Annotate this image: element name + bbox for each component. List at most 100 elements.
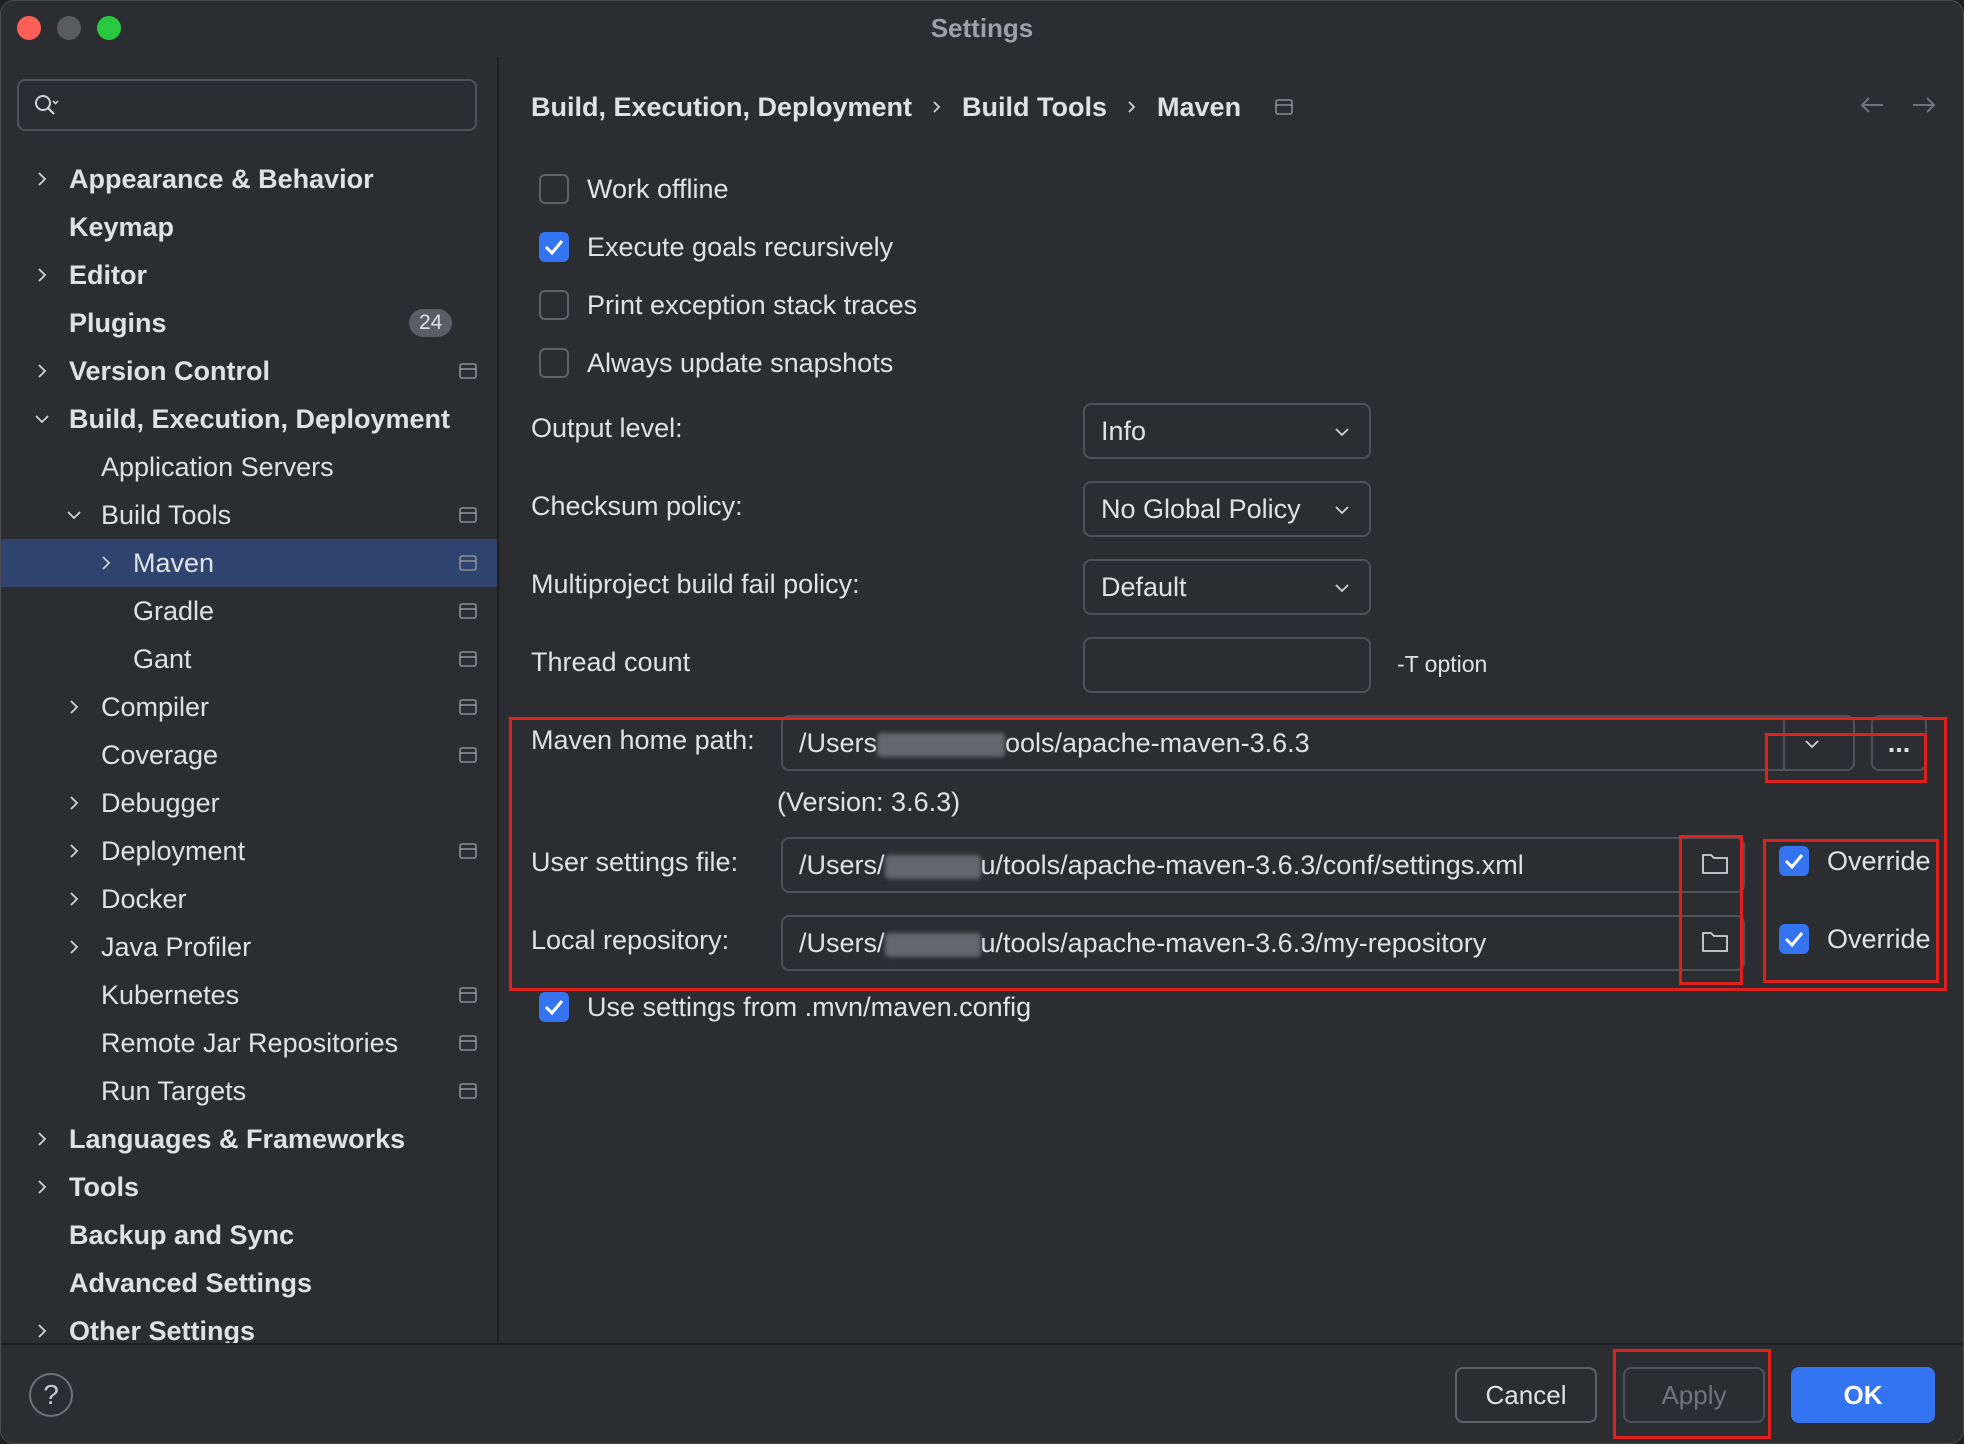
- sidebar-item-plugins[interactable]: Plugins 24: [1, 299, 497, 347]
- breadcrumb-item-build-execution-deployment[interactable]: Build, Execution, Deployment: [531, 92, 912, 123]
- sidebar-item-debugger[interactable]: Debugger: [1, 779, 497, 827]
- checksum-policy-dropdown[interactable]: No Global Policy: [1083, 481, 1371, 537]
- project-scope-icon: [459, 603, 477, 619]
- sidebar-item-label: Editor: [69, 260, 147, 290]
- chevron-right-icon[interactable]: [95, 552, 117, 574]
- checkbox-label: Print exception stack traces: [587, 289, 918, 320]
- use-mvn-config-checkbox[interactable]: Use settings from .mvn/maven.config: [539, 987, 1031, 1027]
- forward-arrow-icon[interactable]: [1911, 95, 1937, 115]
- sidebar-item-version-control[interactable]: Version Control: [1, 347, 497, 395]
- chevron-right-icon[interactable]: [63, 792, 85, 814]
- chevron-down-icon[interactable]: [31, 408, 53, 430]
- sidebar-item-label: Appearance & Behavior: [69, 164, 374, 194]
- chevron-right-icon[interactable]: [31, 360, 53, 382]
- thread-count-label: Thread count: [531, 647, 691, 677]
- sidebar-item-label: Kubernetes: [101, 980, 240, 1010]
- chevron-right-icon[interactable]: [31, 1128, 53, 1150]
- checkbox-label: Work offline: [587, 173, 729, 204]
- checkbox-label: Always update snapshots: [587, 347, 894, 378]
- chevron-down-icon: [1335, 506, 1349, 515]
- output-level-dropdown[interactable]: Info: [1083, 403, 1371, 459]
- sidebar-item-backup-and-sync[interactable]: Backup and Sync: [1, 1211, 497, 1259]
- thread-count-hint: -T option: [1397, 651, 1488, 677]
- thread-count-input[interactable]: [1083, 637, 1371, 693]
- sidebar-item-editor[interactable]: Editor: [1, 251, 497, 299]
- highlight-box-override-checkboxes: [1763, 839, 1939, 983]
- checkmark-icon: [544, 240, 564, 256]
- chevron-right-icon[interactable]: [31, 168, 53, 190]
- sidebar-item-label: Backup and Sync: [69, 1220, 295, 1250]
- chevron-right-icon[interactable]: [63, 840, 85, 862]
- chevron-right-icon[interactable]: [63, 696, 85, 718]
- sidebar-item-label: Languages & Frameworks: [69, 1124, 406, 1154]
- sidebar-item-label: Tools: [69, 1172, 139, 1202]
- sidebar-item-java-profiler[interactable]: Java Profiler: [1, 923, 497, 971]
- sidebar-item-label: Application Servers: [101, 452, 334, 482]
- checkbox-box[interactable]: [539, 290, 569, 320]
- checksum-policy-label: Checksum policy:: [531, 491, 743, 521]
- back-arrow-icon[interactable]: [1859, 95, 1885, 115]
- sidebar-item-gant[interactable]: Gant: [1, 635, 497, 683]
- sidebar-item-build-tools[interactable]: Build Tools: [1, 491, 497, 539]
- settings-sidebar: Appearance & Behavior Keymap Editor Plugins…: [1, 57, 499, 1346]
- sidebar-item-advanced-settings[interactable]: Advanced Settings: [1, 1259, 497, 1307]
- checkbox-label: Execute goals recursively: [587, 231, 894, 262]
- sidebar-item-deployment[interactable]: Deployment: [1, 827, 497, 875]
- chevron-down-icon[interactable]: [63, 504, 85, 526]
- sidebar-item-coverage[interactable]: Coverage: [1, 731, 497, 779]
- project-scope-icon: [459, 699, 477, 715]
- always-update-snapshots-checkbox[interactable]: Always update snapshots: [539, 343, 893, 383]
- chevron-right-icon[interactable]: [63, 936, 85, 958]
- breadcrumb-item-build-tools[interactable]: Build Tools: [962, 92, 1107, 123]
- ok-button[interactable]: OK: [1791, 1367, 1935, 1423]
- sidebar-item-label: Gradle: [133, 596, 215, 626]
- sidebar-item-docker[interactable]: Docker: [1, 875, 497, 923]
- sidebar-item-gradle[interactable]: Gradle: [1, 587, 497, 635]
- sidebar-item-tools[interactable]: Tools: [1, 1163, 497, 1211]
- sidebar-item-run-targets[interactable]: Run Targets: [1, 1067, 497, 1115]
- sidebar-item-label: Docker: [101, 884, 187, 914]
- search-input[interactable]: [17, 79, 477, 131]
- dropdown-value: Info: [1101, 416, 1147, 446]
- sidebar-item-appearance-behavior[interactable]: Appearance & Behavior: [1, 155, 497, 203]
- project-scope-icon: [459, 507, 477, 523]
- highlight-box-folder-buttons: [1679, 835, 1743, 985]
- checkbox-box[interactable]: [539, 174, 569, 204]
- checkbox-box[interactable]: [539, 348, 569, 378]
- sidebar-item-kubernetes[interactable]: Kubernetes: [1, 971, 497, 1019]
- sidebar-item-build-execution-deployment[interactable]: Build, Execution, Deployment: [1, 395, 497, 443]
- dropdown-value: No Global Policy: [1101, 494, 1301, 524]
- sidebar-item-keymap[interactable]: Keymap: [1, 203, 497, 251]
- project-scope-icon: [459, 1035, 477, 1051]
- history-navigation: [1859, 95, 1937, 115]
- title-bar: Settings: [1, 1, 1963, 57]
- chevron-down-icon: [1335, 428, 1349, 437]
- project-scope-icon: [459, 555, 477, 571]
- help-button[interactable]: ?: [29, 1373, 73, 1417]
- dropdown-value: Default: [1101, 572, 1187, 602]
- cancel-button[interactable]: Cancel: [1455, 1367, 1597, 1423]
- chevron-right-icon[interactable]: [63, 888, 85, 910]
- sidebar-item-application-servers[interactable]: Application Servers: [1, 443, 497, 491]
- multiproject-fail-policy-dropdown[interactable]: Default: [1083, 559, 1371, 615]
- sidebar-item-remote-jar-repositories[interactable]: Remote Jar Repositories: [1, 1019, 497, 1067]
- sidebar-item-label: Java Profiler: [101, 932, 252, 962]
- chevron-right-icon[interactable]: [31, 1176, 53, 1198]
- sidebar-item-languages-frameworks[interactable]: Languages & Frameworks: [1, 1115, 497, 1163]
- sidebar-item-label: Keymap: [69, 212, 175, 242]
- checkbox-box[interactable]: [539, 992, 569, 1022]
- chevron-right-icon[interactable]: [31, 264, 53, 286]
- project-scope-icon: [459, 363, 477, 379]
- checkbox-box[interactable]: [539, 232, 569, 262]
- sidebar-item-label: Run Targets: [101, 1076, 247, 1106]
- sidebar-item-label: Advanced Settings: [69, 1268, 313, 1298]
- print-exception-stack-traces-checkbox[interactable]: Print exception stack traces: [539, 285, 917, 325]
- sidebar-item-label: Compiler: [101, 692, 210, 722]
- breadcrumb: Build, Execution, Deployment Build Tools…: [531, 87, 1293, 127]
- sidebar-item-maven[interactable]: Maven: [1, 539, 497, 587]
- chevron-right-icon[interactable]: [31, 1320, 53, 1342]
- work-offline-checkbox[interactable]: Work offline: [539, 169, 729, 209]
- execute-goals-recursively-checkbox[interactable]: Execute goals recursively: [539, 227, 893, 267]
- checkbox-label: Use settings from .mvn/maven.config: [587, 991, 1032, 1022]
- sidebar-item-compiler[interactable]: Compiler: [1, 683, 497, 731]
